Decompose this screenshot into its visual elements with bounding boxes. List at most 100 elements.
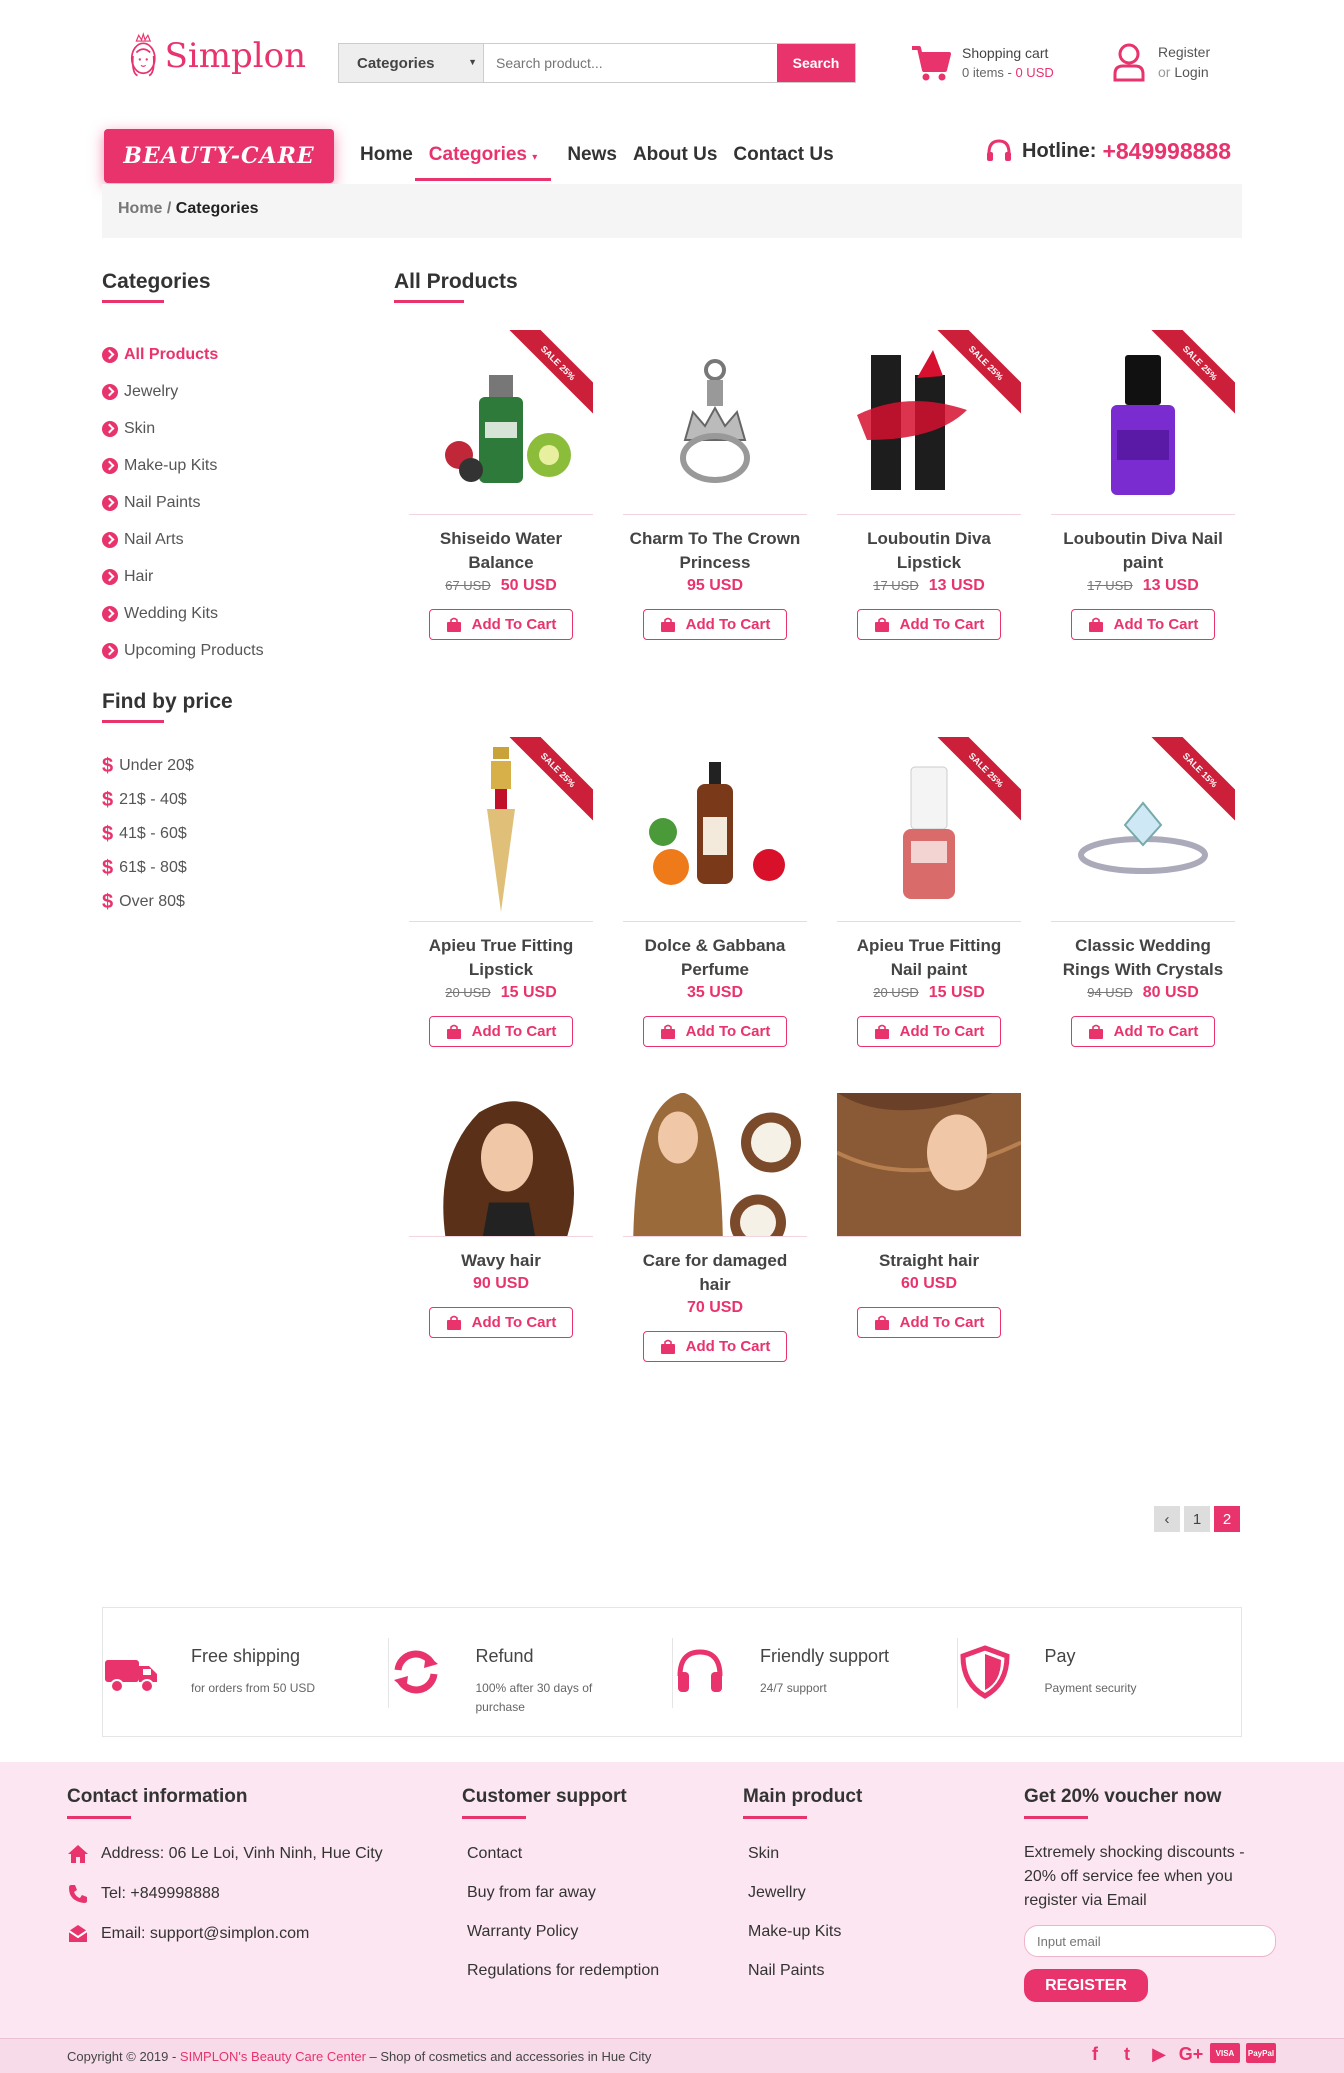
product-price: 95 USD: [623, 577, 807, 595]
nav-news[interactable]: News: [567, 138, 617, 181]
category-item[interactable]: Hair: [102, 558, 264, 595]
feature-title: Free shipping: [191, 1646, 301, 1666]
product-name[interactable]: Care for damaged hair: [623, 1249, 807, 1297]
category-item[interactable]: Skin: [102, 410, 264, 447]
pagination-page-current[interactable]: 2: [1214, 1506, 1240, 1532]
product-name[interactable]: Wavy hair: [409, 1249, 593, 1273]
search-input[interactable]: [484, 44, 777, 82]
add-to-cart-button[interactable]: Add To Cart: [643, 609, 787, 640]
footer-link[interactable]: Regulations for redemption: [467, 1962, 659, 2001]
add-to-cart-button[interactable]: Add To Cart: [429, 1307, 573, 1338]
address-text: Address: 06 Le Loi, Vinh Ninh, Hue City: [101, 1845, 383, 1862]
footer-link[interactable]: Skin: [748, 1845, 862, 1884]
category-item[interactable]: All Products: [102, 336, 264, 373]
category-item[interactable]: Nail Paints: [102, 484, 264, 521]
chevron-right-icon: [102, 383, 118, 400]
main-nav: Home Categories ▾ News About Us Contact …: [360, 138, 850, 181]
add-to-cart-button[interactable]: Add To Cart: [429, 609, 573, 640]
nav-contact[interactable]: Contact Us: [733, 138, 833, 181]
search-category-select[interactable]: Categories ▼: [339, 44, 484, 82]
email-text[interactable]: Email: support@simplon.com: [101, 1925, 309, 1943]
product-image[interactable]: [623, 737, 807, 922]
category-label: Make-up Kits: [124, 456, 218, 474]
hotline-number[interactable]: +849998888: [1102, 138, 1231, 165]
add-to-cart-button[interactable]: Add To Cart: [429, 1016, 573, 1047]
add-to-cart-button[interactable]: Add To Cart: [857, 609, 1001, 640]
product-image[interactable]: [623, 1093, 807, 1237]
login-link[interactable]: Login: [1174, 64, 1208, 80]
breadcrumb-home[interactable]: Home: [118, 200, 162, 217]
product-image[interactable]: [623, 330, 807, 515]
category-item[interactable]: Make-up Kits: [102, 447, 264, 484]
add-to-cart-button[interactable]: Add To Cart: [1071, 609, 1215, 640]
search-button[interactable]: Search: [777, 44, 855, 82]
add-to-cart-button[interactable]: Add To Cart: [857, 1016, 1001, 1047]
add-to-cart-label: Add To Cart: [685, 1023, 771, 1040]
register-button[interactable]: REGISTER: [1024, 1969, 1148, 2002]
product-name[interactable]: Shiseido Water Balance: [409, 527, 593, 575]
nav-home[interactable]: Home: [360, 138, 413, 181]
price-filter-item[interactable]: $61$ - 80$: [102, 851, 194, 885]
add-to-cart-button[interactable]: Add To Cart: [643, 1331, 787, 1362]
footer-link[interactable]: Contact: [467, 1845, 659, 1884]
price-filter-item[interactable]: $ Under 20$: [102, 749, 194, 783]
add-to-cart-button[interactable]: Add To Cart: [857, 1307, 1001, 1338]
product-image[interactable]: SALE 25%: [409, 330, 593, 515]
product-image[interactable]: SALE 25%: [409, 737, 593, 922]
product-name[interactable]: Classic Wedding Rings With Crystals: [1051, 934, 1235, 982]
product-image[interactable]: [409, 1093, 593, 1237]
category-item[interactable]: Upcoming Products: [102, 632, 264, 669]
dollar-icon: $: [102, 822, 114, 845]
add-to-cart-button[interactable]: Add To Cart: [643, 1016, 787, 1047]
google-plus-icon[interactable]: G+: [1178, 2043, 1204, 2065]
category-item[interactable]: Wedding Kits: [102, 595, 264, 632]
product-image[interactable]: SALE 25%: [1051, 330, 1235, 515]
chevron-right-icon: [102, 531, 118, 548]
copyright-brand[interactable]: SIMPLON's Beauty Care Center: [180, 2049, 366, 2064]
price-filter-item[interactable]: $21$ - 40$: [102, 783, 194, 817]
account: Register or Login: [1112, 42, 1210, 82]
price-filter-label: Over 80$: [119, 893, 185, 910]
products-title: All Products: [394, 270, 518, 303]
logo[interactable]: Simplon: [126, 15, 306, 97]
product-name[interactable]: Louboutin Diva Nail paint: [1051, 527, 1235, 575]
register-link[interactable]: Register: [1158, 42, 1210, 62]
product-image[interactable]: SALE 25%: [837, 737, 1021, 922]
footer-link[interactable]: Jewellry: [748, 1884, 862, 1923]
add-to-cart-button[interactable]: Add To Cart: [1071, 1016, 1215, 1047]
footer-email: Email: support@simplon.com: [67, 1925, 383, 1965]
user-icon: [1113, 43, 1145, 82]
product-current-price: 70 USD: [686, 1299, 744, 1316]
category-item[interactable]: Jewelry: [102, 373, 264, 410]
category-item[interactable]: Nail Arts: [102, 521, 264, 558]
facebook-icon[interactable]: f: [1082, 2043, 1108, 2065]
product-name[interactable]: Louboutin Diva Lipstick: [837, 527, 1021, 575]
price-filter-item[interactable]: $41$ - 60$: [102, 817, 194, 851]
voucher-text: Extremely shocking discounts - 20% off s…: [1024, 1844, 1245, 1909]
youtube-icon[interactable]: ▶: [1146, 2043, 1172, 2065]
pagination-prev[interactable]: ‹: [1154, 1506, 1180, 1532]
twitter-icon[interactable]: t: [1114, 2043, 1140, 2065]
product-image[interactable]: SALE 25%: [837, 330, 1021, 515]
footer-link[interactable]: Warranty Policy: [467, 1923, 659, 1962]
pagination-page[interactable]: 1: [1184, 1506, 1210, 1532]
tel-text[interactable]: Tel: +849998888: [101, 1885, 220, 1903]
shopping-bag-icon: [874, 1024, 889, 1039]
voucher-email-input[interactable]: [1024, 1925, 1276, 1957]
shopping-bag-icon: [874, 617, 889, 632]
price-filter-item[interactable]: $ Over 80$: [102, 885, 194, 919]
nav-categories[interactable]: Categories ▾: [414, 138, 552, 181]
product-name[interactable]: Charm To The Crown Princess: [623, 527, 807, 575]
footer-link[interactable]: Buy from far away: [467, 1884, 659, 1923]
footer-link[interactable]: Make-up Kits: [748, 1923, 862, 1962]
product-name[interactable]: Apieu True Fitting Lipstick: [409, 934, 593, 982]
product-name[interactable]: Apieu True Fitting Nail paint: [837, 934, 1021, 982]
product-name[interactable]: Straight hair: [837, 1249, 1021, 1273]
product-image[interactable]: SALE 15%: [1051, 737, 1235, 922]
footer-voucher: Get 20% voucher now Extremely shocking d…: [1024, 1786, 1279, 2002]
product-image[interactable]: [837, 1093, 1021, 1237]
nav-about[interactable]: About Us: [633, 138, 717, 181]
footer-link[interactable]: Nail Paints: [748, 1962, 862, 2001]
shopping-cart[interactable]: Shopping cart 0 items - 0 USD: [910, 42, 1054, 84]
product-name[interactable]: Dolce & Gabbana Perfume: [623, 934, 807, 982]
